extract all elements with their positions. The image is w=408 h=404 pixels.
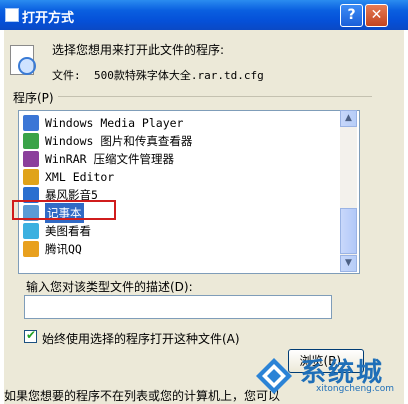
scroll-up-button[interactable]: ▲ bbox=[340, 110, 357, 127]
watermark-logo-icon bbox=[256, 358, 292, 394]
winrar-icon bbox=[23, 151, 39, 167]
group-divider bbox=[58, 96, 372, 97]
program-list-item-label: WinRAR 压缩文件管理器 bbox=[45, 152, 174, 166]
description-input[interactable] bbox=[24, 295, 332, 319]
program-list-item-label: Windows 图片和传真查看器 bbox=[45, 134, 193, 148]
scroll-thumb[interactable] bbox=[340, 208, 357, 254]
prompt-text: 选择您想用来打开此文件的程序: bbox=[52, 43, 225, 57]
window-icon bbox=[5, 8, 19, 22]
media-player-icon bbox=[23, 115, 39, 131]
magnifier-icon bbox=[18, 57, 36, 75]
watermark-url: xitongcheng.com bbox=[316, 384, 394, 394]
program-list-item-label: XML Editor bbox=[45, 170, 115, 184]
always-use-label[interactable]: 始终使用选择的程序打开这种文件(A) bbox=[42, 330, 240, 347]
file-name: 500款特殊字体大全.rar.td.cfg bbox=[94, 69, 264, 82]
programs-group-label: 程序(P) bbox=[13, 91, 54, 105]
picture-viewer-icon bbox=[23, 133, 39, 149]
scroll-down-button[interactable]: ▼ bbox=[340, 255, 357, 272]
window-title: 打开方式 bbox=[22, 11, 75, 26]
selection-highlight-box bbox=[12, 200, 116, 220]
description-label: 输入您对该类型文件的描述(D): bbox=[26, 280, 193, 294]
program-list-item-label: Windows Media Player bbox=[45, 116, 184, 130]
meitu-icon bbox=[23, 223, 39, 239]
bottom-hint-text: 如果您想要的程序不在列表或您的计算机上，您可以 bbox=[4, 389, 281, 403]
file-label: 文件: bbox=[52, 69, 81, 82]
program-list-item-label: 腾讯QQ bbox=[45, 242, 82, 256]
qq-icon bbox=[23, 241, 39, 257]
help-button[interactable]: ? bbox=[340, 4, 363, 27]
program-list-scrollbar[interactable]: ▲ ▼ bbox=[340, 110, 357, 272]
xml-editor-icon bbox=[23, 169, 39, 185]
program-list-item-label: 美图看看 bbox=[45, 224, 91, 238]
close-button[interactable]: ✕ bbox=[365, 4, 388, 27]
program-list[interactable]: Windows Media Player Windows 图片和传真查看器 WinR… bbox=[18, 110, 360, 274]
checkmark-icon: ✔ bbox=[26, 328, 37, 342]
